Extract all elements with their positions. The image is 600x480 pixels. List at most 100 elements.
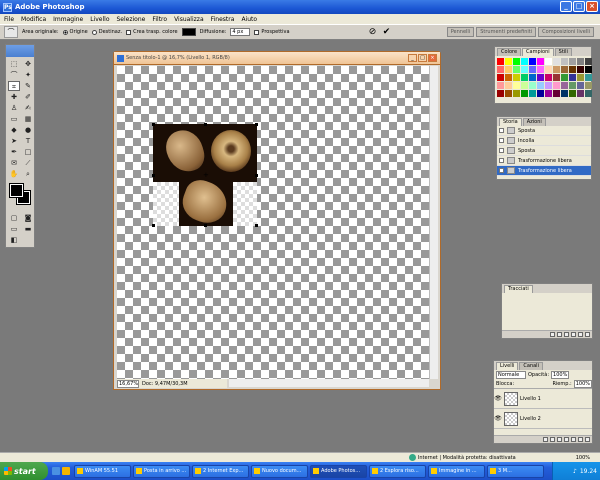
layer-row[interactable]: 👁 Livello 2 (494, 409, 592, 429)
path-select-icon[interactable]: ➤ (8, 136, 20, 146)
tab-stili[interactable]: Stili (554, 48, 572, 56)
new-layer-icon[interactable] (578, 437, 583, 442)
imageready-icon[interactable]: ◧ (8, 235, 20, 245)
taskbar-button[interactable]: Immagine in ... (428, 464, 485, 478)
diffusione-field[interactable]: 4 px (230, 28, 251, 36)
transform-handle-bc[interactable] (204, 224, 207, 227)
delete-path-icon[interactable] (585, 332, 590, 337)
color-swatch[interactable] (497, 66, 504, 73)
color-swatch[interactable] (497, 74, 504, 81)
toolbox-header[interactable] (6, 45, 34, 57)
tab-azioni[interactable]: Azioni (522, 118, 546, 126)
taskbar-button[interactable]: Posta in arrivo ... (133, 464, 190, 478)
menu-finestra[interactable]: Finestra (211, 16, 235, 23)
transform-handle-ml[interactable] (152, 174, 155, 177)
transform-handle-tl[interactable] (152, 123, 155, 126)
clock[interactable]: 19.24 (580, 468, 597, 475)
color-swatch[interactable] (553, 58, 560, 65)
canvas[interactable]: + (117, 66, 430, 379)
lasso-icon[interactable]: ⌒ (4, 26, 18, 38)
history-item[interactable]: Trasformazione libera (497, 156, 591, 166)
shape-tool-icon[interactable]: □ (22, 147, 34, 157)
eyedropper-icon[interactable]: ⟋ (22, 158, 34, 168)
color-swatch[interactable] (545, 66, 552, 73)
color-picker[interactable] (8, 183, 32, 208)
color-swatch[interactable] (585, 66, 592, 73)
color-swatch[interactable] (537, 82, 544, 89)
color-swatch[interactable] (529, 82, 536, 89)
menu-selezione[interactable]: Selezione (117, 16, 146, 23)
gradient-icon[interactable]: ▦ (22, 114, 34, 124)
color-swatch[interactable] (569, 90, 576, 97)
color-swatch[interactable] (529, 74, 536, 81)
ie-quicklaunch-icon[interactable] (52, 467, 60, 475)
color-swatch[interactable] (569, 66, 576, 73)
clone-stamp-icon[interactable]: ♙ (8, 103, 20, 113)
color-swatch[interactable] (553, 82, 560, 89)
color-swatch[interactable] (577, 66, 584, 73)
color-swatch[interactable] (561, 58, 568, 65)
brush-tool-icon[interactable]: ✐ (22, 92, 34, 102)
taskbar-button[interactable]: 2 Internet Exp... (192, 464, 249, 478)
doc-minimize-button[interactable]: _ (408, 54, 417, 62)
color-swatch[interactable] (553, 74, 560, 81)
screen-mode-standard-icon[interactable]: ▭ (8, 224, 20, 234)
transform-handle-tc[interactable] (204, 123, 207, 126)
history-snapshot-box[interactable] (499, 158, 504, 163)
slice-tool-icon[interactable]: ✎ (22, 81, 34, 91)
magic-wand-icon[interactable]: ✦ (22, 70, 34, 80)
color-swatch[interactable] (497, 90, 504, 97)
radio-destinazione[interactable] (91, 29, 97, 35)
color-swatch[interactable] (505, 58, 512, 65)
transform-handle-br[interactable] (255, 224, 258, 227)
adjustment-layer-icon[interactable] (564, 437, 569, 442)
menu-filtro[interactable]: Filtro (152, 16, 167, 23)
history-item[interactable]: Incolla (497, 136, 591, 146)
close-button[interactable]: × (586, 1, 598, 12)
color-swatch[interactable] (545, 58, 552, 65)
color-swatch[interactable] (585, 90, 592, 97)
tab-livelli[interactable]: Livelli (496, 362, 519, 370)
horizontal-scrollbar[interactable] (229, 379, 429, 387)
eye-icon[interactable]: 👁 (494, 415, 502, 422)
new-group-icon[interactable] (571, 437, 576, 442)
zoom-tool-icon[interactable]: ⌕ (22, 169, 34, 179)
new-path-icon[interactable] (578, 332, 583, 337)
color-swatch[interactable] (529, 66, 536, 73)
layer-style-icon[interactable] (550, 437, 555, 442)
layer-row[interactable]: 👁 Livello 1 (494, 389, 592, 409)
taskbar-button[interactable]: Adobe Photos... (310, 464, 367, 478)
transform-center-icon[interactable]: + (203, 172, 209, 179)
document-window[interactable]: Senza titolo-1 @ 16,7% (Livello 1, RGB/8… (113, 51, 441, 390)
move-tool-icon[interactable]: ✥ (22, 59, 34, 69)
zoom-field[interactable]: 16,67% (117, 379, 139, 388)
history-snapshot-box[interactable] (499, 148, 504, 153)
tab-canali[interactable]: Canali (519, 362, 543, 370)
color-swatch[interactable] (181, 28, 196, 36)
trasp-checkbox[interactable] (126, 29, 132, 35)
opacity-field[interactable]: 100% (551, 371, 570, 379)
color-swatch[interactable] (497, 58, 504, 65)
color-swatch[interactable] (537, 66, 544, 73)
color-swatch[interactable] (505, 82, 512, 89)
transform-handle-bl[interactable] (152, 224, 155, 227)
color-swatch[interactable] (521, 90, 528, 97)
color-swatch[interactable] (561, 82, 568, 89)
color-swatch[interactable] (529, 90, 536, 97)
commit-transform-button[interactable]: ✔ (382, 27, 392, 37)
color-swatch[interactable] (561, 90, 568, 97)
load-selection-icon[interactable] (564, 332, 569, 337)
history-snapshot-box[interactable] (499, 128, 504, 133)
doc-close-button[interactable]: × (428, 54, 437, 62)
color-swatch[interactable] (553, 66, 560, 73)
radio-origine[interactable] (62, 29, 68, 35)
color-swatch[interactable] (577, 82, 584, 89)
tab-campioni[interactable]: Campioni (522, 48, 554, 56)
color-swatch[interactable] (513, 74, 520, 81)
taskbar-button[interactable]: 3 M... (487, 464, 544, 478)
minimize-button[interactable]: _ (560, 1, 572, 12)
color-swatch[interactable] (585, 74, 592, 81)
volume-icon[interactable]: ♪ (573, 468, 577, 475)
color-swatch[interactable] (545, 82, 552, 89)
palette-well-tab-pennelli[interactable]: Pennelli (446, 27, 475, 37)
